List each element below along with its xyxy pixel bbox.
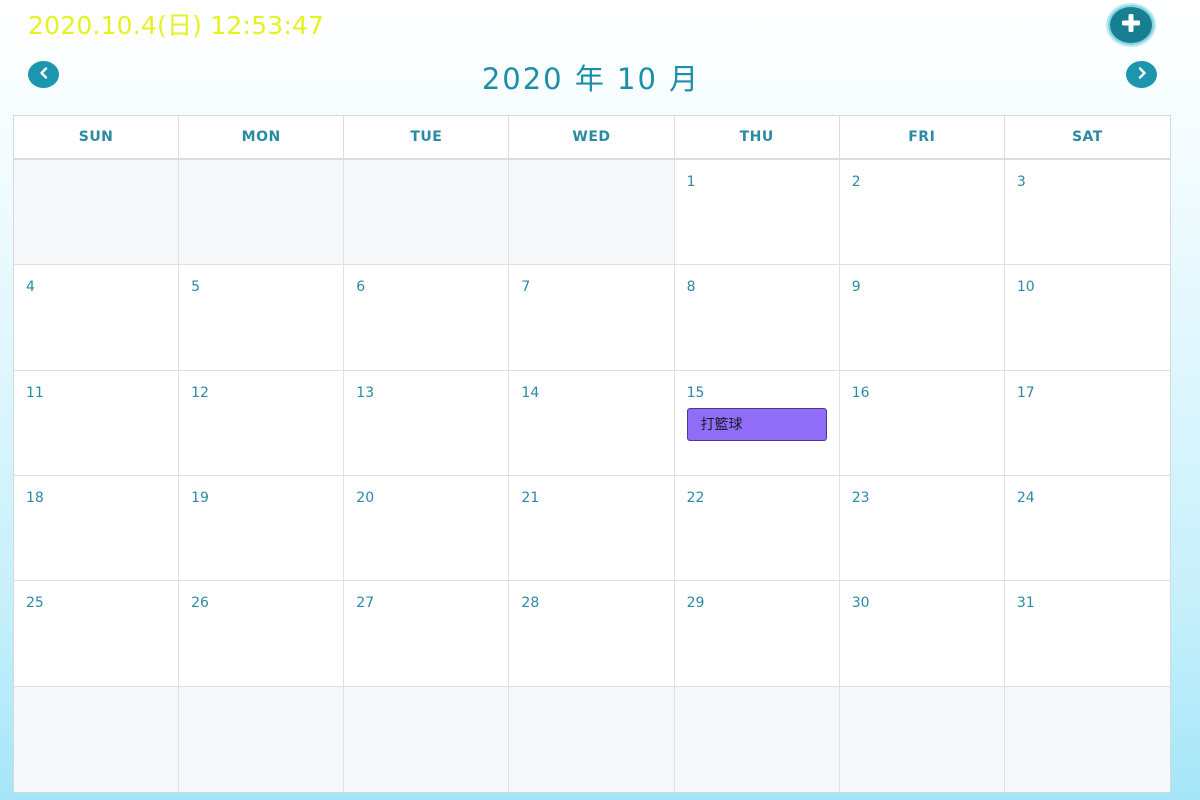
calendar-day-cell[interactable]: 8 (674, 265, 840, 371)
day-number: 8 (686, 279, 696, 296)
day-number: 1 (686, 174, 696, 190)
weekday-mon: MON (179, 116, 345, 158)
calendar-day-cell[interactable]: 13 (344, 370, 510, 476)
day-number: 14 (521, 384, 540, 401)
weekday-thu: THU (675, 116, 840, 158)
calendar-day-cell[interactable]: 23 (839, 476, 1005, 582)
calendar-day-cell[interactable]: 16 (839, 370, 1005, 476)
calendar-day-cell[interactable]: 7 (509, 265, 675, 371)
day-number: 17 (1016, 384, 1035, 401)
day-number: 25 (26, 595, 44, 612)
calendar-day-cell[interactable]: 28 (509, 581, 675, 687)
day-number: 2 (851, 174, 861, 190)
day-number: 4 (26, 279, 35, 296)
calendar-day-cell[interactable]: 19 (179, 476, 345, 582)
calendar-day-cell[interactable]: 17 (1004, 370, 1170, 476)
calendar-cell-empty[interactable] (839, 686, 1005, 792)
day-number: 16 (851, 384, 870, 401)
calendar-day-cell[interactable]: 3 (1004, 160, 1170, 266)
next-month-button[interactable] (1126, 61, 1157, 88)
calendar-day-cell[interactable]: 11 (14, 370, 180, 476)
day-number: 3 (1016, 174, 1026, 190)
day-number: 20 (356, 490, 375, 506)
day-number: 28 (521, 595, 540, 612)
day-number: 29 (686, 595, 705, 612)
day-number: 5 (191, 279, 201, 296)
calendar-day-cell[interactable]: 25 (14, 581, 180, 687)
calendar-day-cell[interactable]: 26 (179, 581, 345, 687)
calendar-day-cell[interactable]: 20 (344, 476, 510, 582)
calendar-cell-empty[interactable] (509, 160, 675, 266)
day-number: 22 (686, 490, 705, 506)
calendar-day-cell[interactable]: 22 (674, 476, 840, 582)
calendar-day-cell[interactable]: 2 (839, 160, 1005, 266)
calendar-day-cell[interactable]: 12 (179, 370, 345, 476)
calendar-day-cell[interactable]: 4 (14, 265, 180, 371)
weekday-sun: SUN (14, 116, 180, 158)
chevron-right-icon (1135, 65, 1149, 84)
day-number: 26 (191, 595, 209, 612)
day-number: 19 (191, 490, 209, 506)
day-number: 7 (521, 279, 531, 296)
calendar-day-cell[interactable]: 6 (344, 265, 510, 371)
calendar-cell-empty[interactable] (14, 686, 180, 792)
day-number: 9 (851, 279, 861, 296)
day-number: 23 (851, 490, 870, 506)
calendar-day-cell[interactable]: 1 (674, 160, 840, 266)
weekday-sat: SAT (1071, 129, 1103, 145)
calendar-day-cell[interactable]: 5 (179, 265, 345, 371)
day-number: 15 (686, 384, 705, 401)
calendar-cell-empty[interactable] (344, 160, 510, 266)
calendar-day-cell[interactable]: 10 (1004, 265, 1170, 371)
day-number: 13 (356, 384, 375, 401)
calendar-day-cell[interactable]: 18 (14, 476, 180, 582)
day-number: 11 (26, 384, 44, 401)
calendar-day-cell[interactable]: 29 (674, 581, 840, 687)
day-number: 12 (191, 384, 209, 401)
day-grid: 1 2 3 4 5 6 7 8 9 10 11 12 13 14 15 打籃球 16 17 18 19 20 21 22 23… (14, 160, 1170, 792)
calendar-day-cell[interactable]: 24 (1004, 476, 1170, 582)
plus-icon (1120, 12, 1142, 38)
month-title: 2020 年 10 月 (481, 62, 701, 96)
day-number: 21 (521, 490, 540, 506)
calendar-cell-empty[interactable] (1004, 686, 1170, 792)
calendar-day-cell[interactable]: 15 打籃球 (674, 370, 840, 476)
calendar-cell-empty[interactable] (344, 686, 510, 792)
day-number: 6 (356, 279, 366, 296)
calendar-cell-empty[interactable] (509, 686, 675, 792)
day-number: 24 (1016, 490, 1035, 506)
calendar-day-cell[interactable]: 31 (1004, 581, 1170, 687)
weekday-wed: WED (509, 116, 675, 158)
day-number: 30 (851, 595, 870, 612)
calendar-cell-empty[interactable] (179, 686, 345, 792)
calendar-cell-empty[interactable] (179, 160, 345, 266)
calendar-cell-empty[interactable] (674, 686, 840, 792)
day-number: 31 (1016, 595, 1035, 612)
calendar-day-cell[interactable]: 14 (509, 370, 675, 476)
weekday-tue: TUE (344, 116, 510, 158)
calendar-cell-empty[interactable] (14, 160, 180, 266)
event-chip[interactable]: 打籃球 (686, 407, 827, 441)
calendar-day-cell[interactable]: 30 (839, 581, 1005, 687)
add-event-button[interactable] (1108, 5, 1154, 45)
day-number: 27 (356, 595, 375, 612)
weekday-header-row: SUN MON TUE WED THU FRI SAT (14, 116, 1170, 160)
calendar-day-cell[interactable]: 9 (839, 265, 1005, 371)
day-number: 10 (1016, 279, 1035, 296)
month-calendar: SUN MON TUE WED THU FRI SAT 1 2 3 4 5 6 7 8 9 10 1… (13, 115, 1171, 793)
calendar-day-cell[interactable]: 21 (509, 476, 675, 582)
day-number: 18 (26, 490, 44, 506)
current-datetime: 2020.10.4(日) 12:53:47 (28, 11, 325, 40)
calendar-day-cell[interactable]: 27 (344, 581, 510, 687)
weekday-fri: FRI (840, 116, 1005, 158)
